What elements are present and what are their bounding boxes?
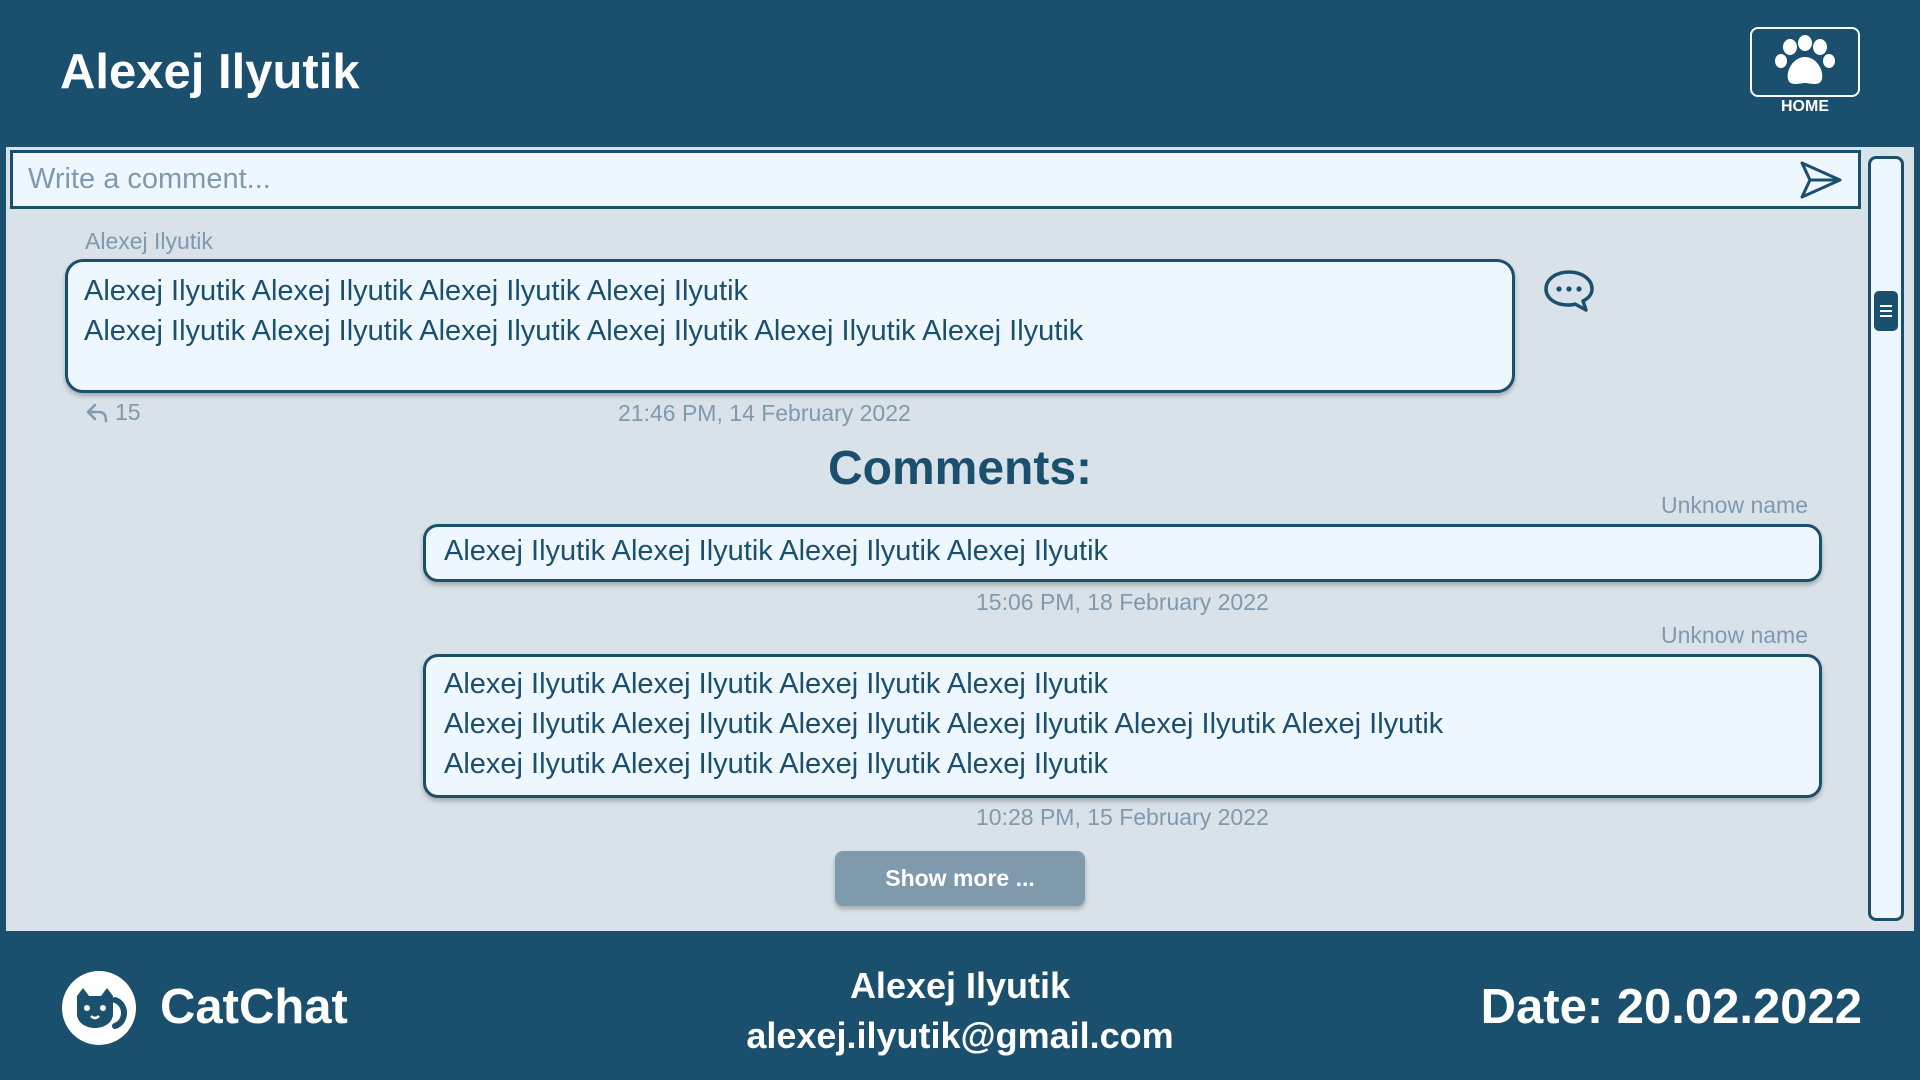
scrollbar-thumb[interactable] [1874,291,1898,331]
comment-composer [10,150,1861,209]
comment-line: Alexej Ilyutik Alexej Ilyutik Alexej Ily… [444,535,1109,567]
home-button[interactable] [1750,27,1860,97]
send-button[interactable] [1798,159,1844,201]
comment-timestamp: 10:28 PM, 15 February 2022 [976,804,1269,830]
send-icon [1800,161,1842,199]
home-label[interactable]: HOME [1750,98,1860,116]
comments-heading: Comments: [827,442,1093,495]
scrollbar[interactable] [1868,156,1904,921]
comment-line: Alexej Ilyutik Alexej Ilyutik Alexej Ily… [444,748,1109,780]
post-timestamp: 21:46 PM, 14 February 2022 [618,400,911,426]
comment-line: Alexej Ilyutik Alexej Ilyutik Alexej Ily… [444,708,1444,740]
reply-counter[interactable]: 15 [85,399,141,426]
paw-icon [1775,35,1835,84]
comment-bubble-icon[interactable] [1542,268,1596,314]
post-line: Alexej Ilyutik Alexej Ilyutik Alexej Ily… [84,275,749,307]
comment-message: Alexej Ilyutik Alexej Ilyutik Alexej Ily… [423,524,1822,582]
post-message: Alexej Ilyutik Alexej Ilyutik Alexej Ily… [65,259,1515,393]
post-line: Alexej Ilyutik Alexej Ilyutik Alexej Ily… [84,315,1084,347]
comment-line: Alexej Ilyutik Alexej Ilyutik Alexej Ily… [444,668,1109,700]
post-author: Alexej Ilyutik [85,228,213,254]
reply-icon [86,403,108,422]
comment-timestamp: 15:06 PM, 18 February 2022 [976,589,1269,615]
show-more-button[interactable]: Show more ... [835,851,1085,906]
page-title: Alexej Ilyutik [60,45,360,99]
comment-thread-panel: Alexej Ilyutik Alexej Ilyutik Alexej Ily… [6,147,1914,931]
comment-message: Alexej Ilyutik Alexej Ilyutik Alexej Ily… [423,654,1822,798]
app-header: Alexej Ilyutik HOME [0,0,1920,145]
reply-count: 15 [115,399,141,425]
comment-author: Unknow name [1660,492,1808,518]
comment-input[interactable] [28,153,1768,206]
comment-author: Unknow name [1660,622,1808,648]
app-footer: CatChat Alexej Ilyutik alexej.ilyutik@gm… [0,935,1920,1080]
footer-date: Date: 20.02.2022 [1480,980,1862,1034]
